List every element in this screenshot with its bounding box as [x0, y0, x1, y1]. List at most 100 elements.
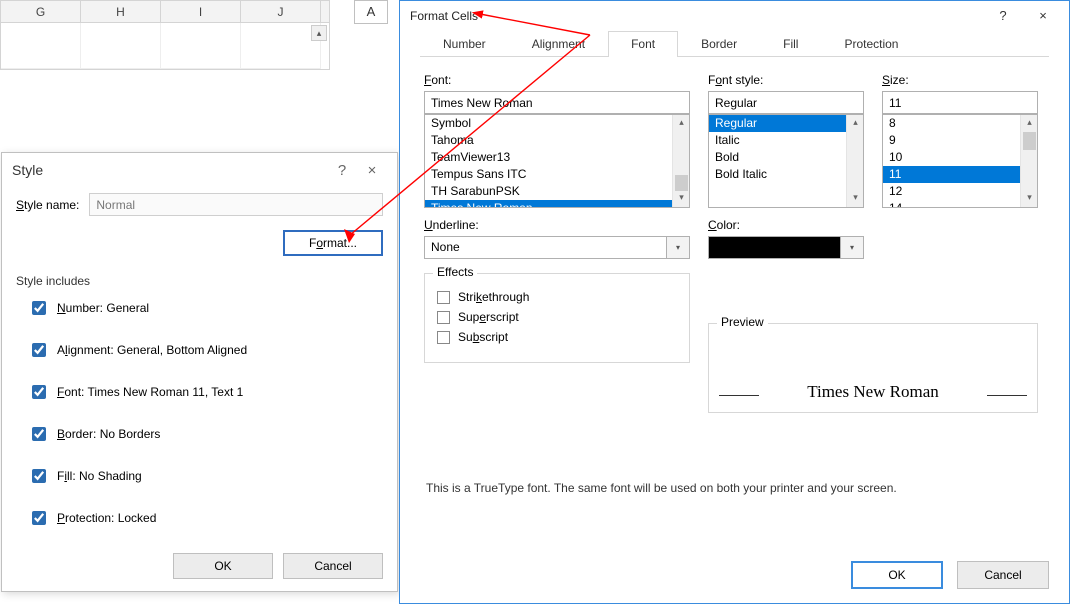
chk-protection[interactable]: [32, 511, 46, 525]
chevron-down-icon[interactable]: ▾: [667, 236, 690, 259]
chk-subscript[interactable]: [437, 331, 450, 344]
help-button[interactable]: ?: [327, 162, 357, 179]
font-item[interactable]: TeamViewer13: [425, 149, 672, 166]
preview-box: Preview Times New Roman: [708, 323, 1038, 413]
style-name-label: Style name:: [16, 198, 79, 212]
style-dialog-title: Style: [12, 162, 43, 178]
size-item[interactable]: 12: [883, 183, 1020, 200]
style-item-selected[interactable]: Regular: [709, 115, 846, 132]
font-label: Font:: [424, 73, 690, 87]
truetype-note: This is a TrueType font. The same font w…: [426, 481, 1043, 495]
chk-fill-label: Fill: No Shading: [57, 469, 142, 483]
close-button[interactable]: ×: [1023, 2, 1063, 30]
tab-protection[interactable]: Protection: [821, 31, 921, 56]
tab-number[interactable]: Number: [420, 31, 509, 56]
effects-group: Effects Strikethrough Superscript Subscr…: [424, 273, 690, 363]
font-item[interactable]: Tahoma: [425, 132, 672, 149]
format-button[interactable]: Format...: [283, 230, 383, 256]
tab-border[interactable]: Border: [678, 31, 760, 56]
chk-number[interactable]: [32, 301, 46, 315]
font-style-input[interactable]: [708, 91, 864, 114]
font-item[interactable]: Symbol: [425, 115, 672, 132]
format-cells-titlebar: Format Cells ? ×: [400, 1, 1069, 31]
close-button[interactable]: ×: [357, 162, 387, 179]
preview-baseline-left: [719, 395, 759, 396]
font-item[interactable]: Tempus Sans ITC: [425, 166, 672, 183]
col-header-g[interactable]: G: [1, 1, 81, 22]
scroll-up-icon[interactable]: ▴: [673, 115, 690, 132]
font-scrollbar[interactable]: ▴ ▾: [672, 115, 689, 207]
style-includes-label: Style includes: [16, 274, 383, 288]
scroll-down-icon[interactable]: ▾: [1021, 190, 1038, 207]
name-box[interactable]: A: [354, 0, 388, 24]
style-scrollbar[interactable]: ▴ ▾: [846, 115, 863, 207]
size-item[interactable]: 9: [883, 132, 1020, 149]
size-input[interactable]: [882, 91, 1038, 114]
preview-baseline-right: [987, 395, 1027, 396]
chk-number-label: Number: General: [57, 301, 149, 315]
chk-font-label: Font: Times New Roman 11, Text 1: [57, 385, 243, 399]
spreadsheet-partial: G H I J ▴: [0, 0, 330, 70]
chk-protection-label: Protection: Locked: [57, 511, 156, 525]
chk-alignment-label: Alignment: General, Bottom Aligned: [57, 343, 247, 357]
format-cells-ok-button[interactable]: OK: [851, 561, 943, 589]
preview-legend: Preview: [717, 315, 768, 329]
scroll-down-icon[interactable]: ▾: [847, 190, 864, 207]
effects-legend: Effects: [433, 265, 477, 279]
size-label: Size:: [882, 73, 1038, 87]
help-button[interactable]: ?: [983, 2, 1023, 30]
font-name-input[interactable]: [424, 91, 690, 114]
chk-subscript-label: Subscript: [458, 330, 508, 344]
color-label: Color:: [708, 218, 864, 232]
underline-select[interactable]: None: [424, 236, 667, 259]
format-cells-title: Format Cells: [410, 9, 478, 23]
style-dialog-titlebar: Style ? ×: [2, 153, 397, 187]
preview-sample-text: Times New Roman: [759, 382, 987, 402]
style-name-input[interactable]: [89, 193, 383, 216]
chk-font[interactable]: [32, 385, 46, 399]
tab-fill[interactable]: Fill: [760, 31, 821, 56]
chk-fill[interactable]: [32, 469, 46, 483]
chk-strike-label: Strikethrough: [458, 290, 529, 304]
font-style-label: Font style:: [708, 73, 864, 87]
sheet-cells[interactable]: [1, 23, 329, 69]
col-header-i[interactable]: I: [161, 1, 241, 22]
chk-border-label: Border: No Borders: [57, 427, 160, 441]
chk-strike[interactable]: [437, 291, 450, 304]
col-header-h[interactable]: H: [81, 1, 161, 22]
underline-label: Underline:: [424, 218, 690, 232]
size-scrollbar[interactable]: ▴ ▾: [1020, 115, 1037, 207]
style-item[interactable]: Bold Italic: [709, 166, 846, 183]
font-listbox[interactable]: Symbol Tahoma TeamViewer13 Tempus Sans I…: [424, 114, 690, 208]
style-ok-button[interactable]: OK: [173, 553, 273, 579]
chk-superscript-label: Superscript: [458, 310, 519, 324]
chk-border[interactable]: [32, 427, 46, 441]
chk-superscript[interactable]: [437, 311, 450, 324]
size-item-selected[interactable]: 11: [883, 166, 1020, 183]
style-dialog: Style ? × Style name: Format... Style in…: [1, 152, 398, 592]
size-item[interactable]: 8: [883, 115, 1020, 132]
chevron-down-icon[interactable]: ▾: [841, 236, 864, 259]
scroll-down-icon[interactable]: ▾: [673, 190, 690, 207]
format-cells-dialog: Format Cells ? × Number Alignment Font B…: [399, 0, 1070, 604]
format-cells-cancel-button[interactable]: Cancel: [957, 561, 1049, 589]
sheet-scroll-up-icon[interactable]: ▴: [311, 25, 327, 41]
chk-alignment[interactable]: [32, 343, 46, 357]
format-cells-tabs: Number Alignment Font Border Fill Protec…: [420, 31, 1049, 57]
font-style-listbox[interactable]: Regular Italic Bold Bold Italic ▴ ▾: [708, 114, 864, 208]
scroll-up-icon[interactable]: ▴: [1021, 115, 1038, 132]
style-item[interactable]: Bold: [709, 149, 846, 166]
font-item[interactable]: TH SarabunPSK: [425, 183, 672, 200]
tab-font[interactable]: Font: [608, 31, 678, 57]
style-item[interactable]: Italic: [709, 132, 846, 149]
size-listbox[interactable]: 8 9 10 11 12 14 ▴ ▾: [882, 114, 1038, 208]
size-item[interactable]: 10: [883, 149, 1020, 166]
tab-alignment[interactable]: Alignment: [509, 31, 608, 56]
column-headers-row: G H I J: [1, 1, 329, 23]
scroll-up-icon[interactable]: ▴: [847, 115, 864, 132]
style-cancel-button[interactable]: Cancel: [283, 553, 383, 579]
col-header-j[interactable]: J: [241, 1, 321, 22]
color-swatch[interactable]: [708, 236, 841, 259]
size-item[interactable]: 14: [883, 200, 1020, 207]
font-item-selected[interactable]: Times New Roman: [425, 200, 672, 207]
